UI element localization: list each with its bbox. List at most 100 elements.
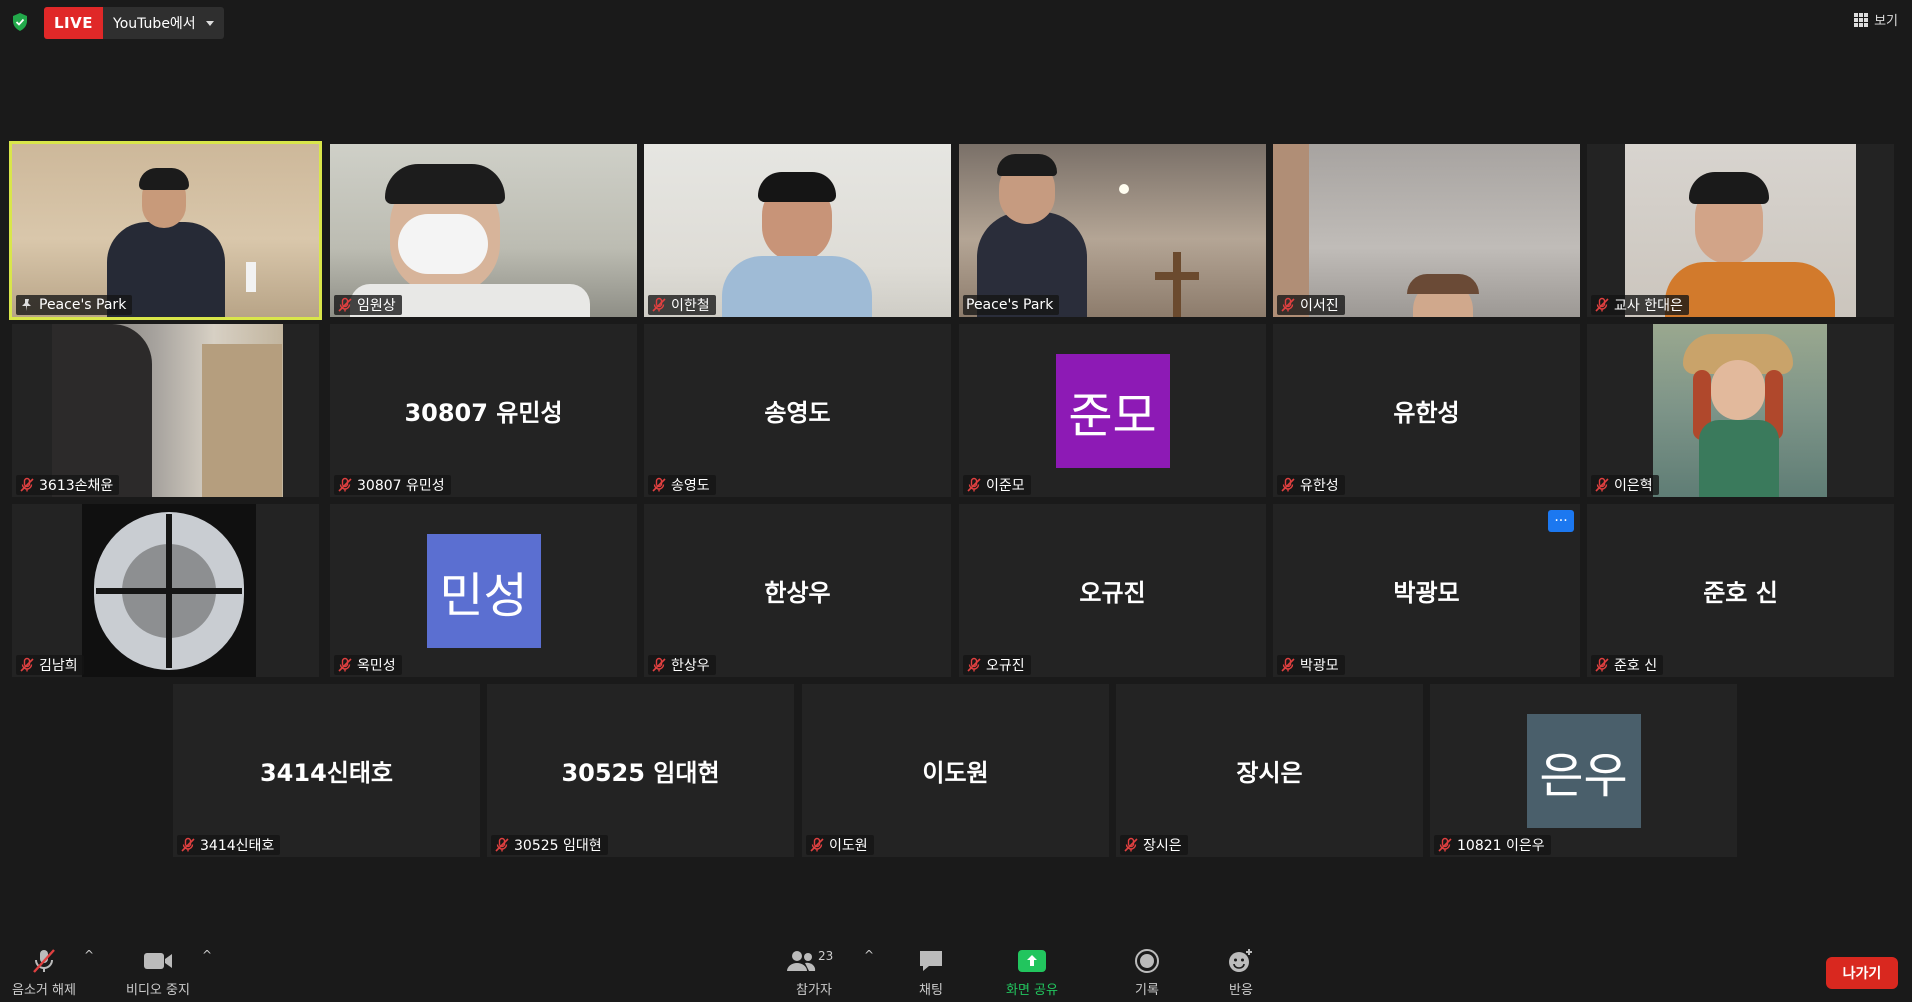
participants-icon: [787, 951, 816, 971]
participant-name-tag: 이은혁: [1591, 475, 1659, 495]
meeting-toolbar: 음소거 해제 ^ 비디오 중지 ^ 23 참가자 ^ 채팅 화면 공유 기록 반…: [0, 942, 1912, 1002]
participant-name-tag: Peace's Park: [16, 295, 133, 315]
video-tile[interactable]: 이서진: [1273, 144, 1580, 317]
participant-name-tag: 이도원: [806, 835, 874, 855]
video-tile[interactable]: 3414신태호 3414신태호: [173, 684, 480, 857]
video-feed: [644, 144, 951, 317]
mic-off-icon: [20, 657, 34, 673]
participant-name-tag: 30525 임대현: [491, 835, 608, 855]
video-tile[interactable]: Peace's Park: [959, 144, 1266, 317]
mic-off-icon: [1595, 657, 1609, 673]
mic-off-icon: [1281, 477, 1295, 493]
video-tile[interactable]: 3613손채윤: [12, 324, 319, 497]
participant-name-tag: 한상우: [648, 655, 716, 675]
participant-display-name: 한상우: [764, 579, 831, 607]
video-tile[interactable]: 준호 신 준호 신: [1587, 504, 1894, 677]
participant-name-tag: 준호 신: [1591, 655, 1664, 675]
participant-name-tag: 30807 유민성: [334, 475, 451, 495]
participants-button[interactable]: 23 참가자: [784, 947, 844, 998]
view-label: 보기: [1874, 14, 1898, 29]
mic-off-icon: [652, 477, 666, 493]
video-feed: [1273, 144, 1580, 317]
participant-display-name: 오규진: [1079, 579, 1146, 607]
view-button[interactable]: 보기: [1854, 10, 1898, 29]
video-tile[interactable]: 이은혁: [1587, 324, 1894, 497]
security-shield-icon[interactable]: [10, 12, 30, 32]
chat-button[interactable]: 채팅: [916, 947, 946, 998]
mic-off-icon: [338, 477, 352, 493]
participant-display-name: 유한성: [1393, 399, 1460, 427]
live-destination-label: YouTube에서: [113, 16, 196, 32]
video-tile[interactable]: 임원상: [330, 144, 637, 317]
video-tile[interactable]: 민성 옥민성: [330, 504, 637, 677]
stop-video-button[interactable]: 비디오 중지: [126, 947, 190, 998]
mic-off-icon: [338, 657, 352, 673]
grid-view-icon: [1854, 12, 1869, 27]
unmute-button[interactable]: 음소거 해제: [12, 947, 76, 998]
leave-meeting-button[interactable]: 나가기: [1826, 957, 1898, 989]
audio-options-caret[interactable]: ^: [84, 948, 94, 962]
video-tile[interactable]: 교사 한대은: [1587, 144, 1894, 317]
participant-name-tag: 이준모: [963, 475, 1031, 495]
participant-name-tag: 장시은: [1120, 835, 1188, 855]
mic-off-icon: [652, 297, 666, 313]
mic-muted-icon: [33, 949, 55, 973]
video-tile[interactable]: 송영도 송영도: [644, 324, 951, 497]
mic-off-icon: [338, 297, 352, 313]
live-stream-dropdown[interactable]: LIVE YouTube에서: [44, 7, 224, 39]
participant-display-name: 준호 신: [1703, 579, 1778, 607]
video-tile-active-speaker[interactable]: Peace's Park: [9, 141, 322, 320]
video-tile[interactable]: 장시은 장시은: [1116, 684, 1423, 857]
share-screen-icon: [1017, 950, 1046, 972]
mic-off-icon: [181, 837, 195, 853]
participant-display-name: 송영도: [764, 399, 831, 427]
participant-display-name: 장시은: [1236, 759, 1303, 787]
video-tile[interactable]: 한상우 한상우: [644, 504, 951, 677]
participant-name-tag: 옥민성: [334, 655, 402, 675]
mic-off-icon: [1595, 477, 1609, 493]
participant-name-tag: 10821 이은우: [1434, 835, 1551, 855]
mic-off-icon: [652, 657, 666, 673]
participant-display-name: 30807 유민성: [404, 399, 563, 427]
video-feed: [1625, 144, 1856, 317]
video-tile[interactable]: ··· 박광모 박광모: [1273, 504, 1580, 677]
participant-name-tag: 이서진: [1277, 295, 1345, 315]
video-tile[interactable]: 30807 유민성 30807 유민성: [330, 324, 637, 497]
participant-display-name: 30525 임대현: [561, 759, 720, 787]
video-feed: [82, 504, 256, 677]
video-tile[interactable]: 이한철: [644, 144, 951, 317]
participant-name-tag: 교사 한대은: [1591, 295, 1689, 315]
mic-off-icon: [967, 477, 981, 493]
participant-name-tag: 이한철: [648, 295, 716, 315]
video-feed: [959, 144, 1266, 317]
video-tile[interactable]: 이도원 이도원: [802, 684, 1109, 857]
share-screen-button[interactable]: 화면 공유: [1006, 947, 1058, 998]
video-feed: [330, 144, 637, 317]
participant-name-tag: Peace's Park: [963, 295, 1060, 315]
video-tile[interactable]: 은우 10821 이은우: [1430, 684, 1737, 857]
live-badge: LIVE: [44, 7, 103, 39]
mic-off-icon: [1281, 657, 1295, 673]
chevron-down-icon: [205, 20, 214, 26]
video-feed: [1653, 324, 1827, 497]
video-tile[interactable]: 30525 임대현 30525 임대현: [487, 684, 794, 857]
mic-off-icon: [1124, 837, 1138, 853]
participant-name-tag: 송영도: [648, 475, 716, 495]
record-icon: [1135, 949, 1159, 973]
video-camera-icon: [143, 953, 172, 969]
video-options-caret[interactable]: ^: [202, 948, 212, 962]
video-tile[interactable]: 오규진 오규진: [959, 504, 1266, 677]
record-button[interactable]: 기록: [1132, 947, 1162, 998]
video-tile[interactable]: 준모 이준모: [959, 324, 1266, 497]
participants-options-caret[interactable]: ^: [864, 948, 874, 962]
participant-display-name: 이도원: [922, 759, 989, 787]
participant-display-name: 3414신태호: [259, 759, 394, 787]
mic-off-icon: [810, 837, 824, 853]
reaction-emoji-icon: [1229, 949, 1252, 972]
video-tile[interactable]: 김남희: [12, 504, 319, 677]
participant-name-tag: 박광모: [1277, 655, 1345, 675]
mic-off-icon: [1438, 837, 1452, 853]
video-tile[interactable]: 유한성 유한성: [1273, 324, 1580, 497]
reactions-button[interactable]: 반응: [1226, 947, 1256, 998]
mic-off-icon: [1595, 297, 1609, 313]
